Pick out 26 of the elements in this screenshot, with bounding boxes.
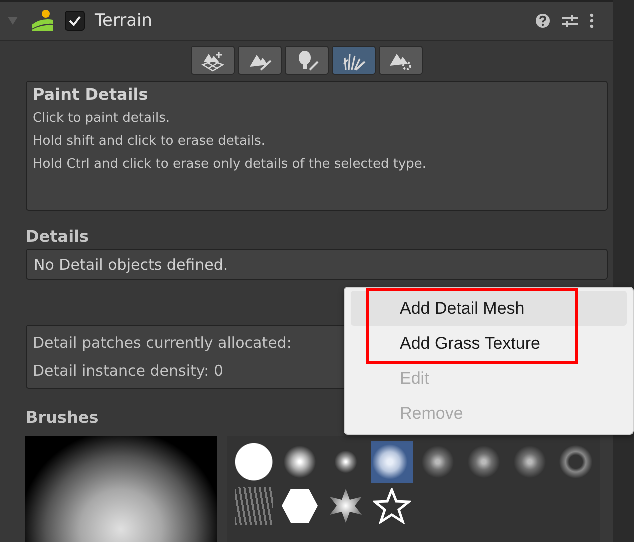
create-tool-icon (200, 50, 226, 72)
help-title: Paint Details (33, 85, 150, 104)
help-icon[interactable] (535, 13, 551, 29)
info-text: Detail patches currently allocated: (33, 334, 292, 352)
menu-item[interactable]: Add Detail Mesh (351, 291, 627, 326)
list-empty-text: No Detail objects defined. (34, 256, 230, 274)
help-text: Click to paint details. (33, 110, 172, 128)
section-label: Brushes (26, 408, 99, 427)
terrain-icon (31, 9, 55, 33)
checkmark-icon (68, 14, 82, 28)
section-label: Details (26, 227, 90, 246)
info-text: Detail instance density: 0 (33, 362, 224, 380)
enabled-checkbox[interactable] (65, 11, 85, 31)
more-options-icon[interactable] (589, 13, 595, 29)
tool-button[interactable] (238, 46, 282, 75)
tool-button[interactable] (190, 46, 234, 75)
tool-button[interactable] (284, 46, 328, 75)
brush-item[interactable] (371, 485, 413, 527)
menu-item[interactable]: Add Grass Texture (351, 326, 627, 361)
brush-item[interactable] (371, 441, 413, 483)
help-text: Hold shift and click to erase details. (33, 133, 267, 151)
presets-icon[interactable] (561, 13, 579, 29)
help-text: Hold Ctrl and click to erase only details of the selected type. (33, 156, 428, 174)
tool-button[interactable] (378, 46, 422, 75)
component-title: Terrain (95, 11, 153, 31)
tool-button[interactable] (332, 46, 376, 75)
